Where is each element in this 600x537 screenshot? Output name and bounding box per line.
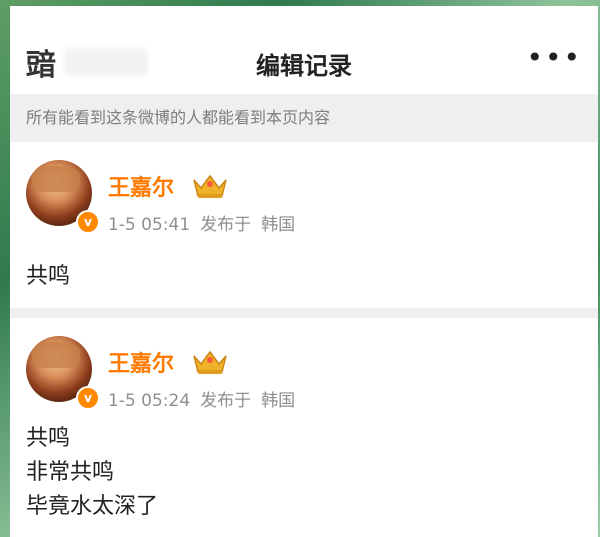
post-content: 共鸣	[26, 260, 70, 294]
verified-badge-icon: v	[76, 210, 100, 234]
post-action: 发布于	[200, 391, 252, 411]
post-action: 发布于	[200, 215, 252, 235]
avatar-hair	[32, 342, 80, 368]
page-title: 编辑记录	[256, 52, 352, 80]
post-line: 毕竟水太深了	[26, 494, 159, 519]
vip-crown-icon	[193, 174, 227, 198]
edit-history-screen: 䜾 编辑记录 ••• 所有能看到这条微博的人都能看到本页内容 v 王嘉尔 1-5…	[10, 6, 598, 537]
edit-record-2: v 王嘉尔 1-5 05:24 发布于 韩国 共鸣 非常共鸣 毕竟水太深了	[10, 318, 598, 537]
visibility-notice-text: 所有能看到这条微博的人都能看到本页内容	[26, 108, 331, 127]
visibility-notice: 所有能看到这条微博的人都能看到本页内容	[10, 94, 598, 142]
verified-badge-icon: v	[76, 386, 100, 410]
post-meta: 1-5 05:24 发布于 韩国	[108, 386, 295, 411]
divider	[10, 308, 598, 318]
post-meta: 1-5 05:41 发布于 韩国	[108, 210, 295, 235]
username[interactable]: 王嘉尔	[108, 346, 174, 378]
avatar-hair	[32, 166, 80, 192]
avatar[interactable]: v	[26, 336, 100, 410]
post-content: 共鸣 非常共鸣 毕竟水太深了	[26, 422, 158, 524]
post-location: 韩国	[261, 391, 296, 411]
post-time: 1-5 05:41	[108, 215, 191, 235]
username[interactable]: 王嘉尔	[108, 170, 174, 202]
post-line: 共鸣	[26, 426, 71, 451]
post-line: 共鸣	[26, 264, 71, 289]
post-line: 非常共鸣	[26, 460, 115, 485]
edit-record-1: v 王嘉尔 1-5 05:41 发布于 韩国 共鸣	[10, 142, 598, 308]
top-bar: 䜾 编辑记录 •••	[10, 6, 598, 94]
post-location: 韩国	[261, 215, 296, 235]
vip-crown-icon	[193, 350, 227, 374]
avatar[interactable]: v	[26, 160, 100, 234]
more-icon[interactable]: •••	[526, 44, 582, 72]
post-time: 1-5 05:24	[108, 391, 191, 411]
